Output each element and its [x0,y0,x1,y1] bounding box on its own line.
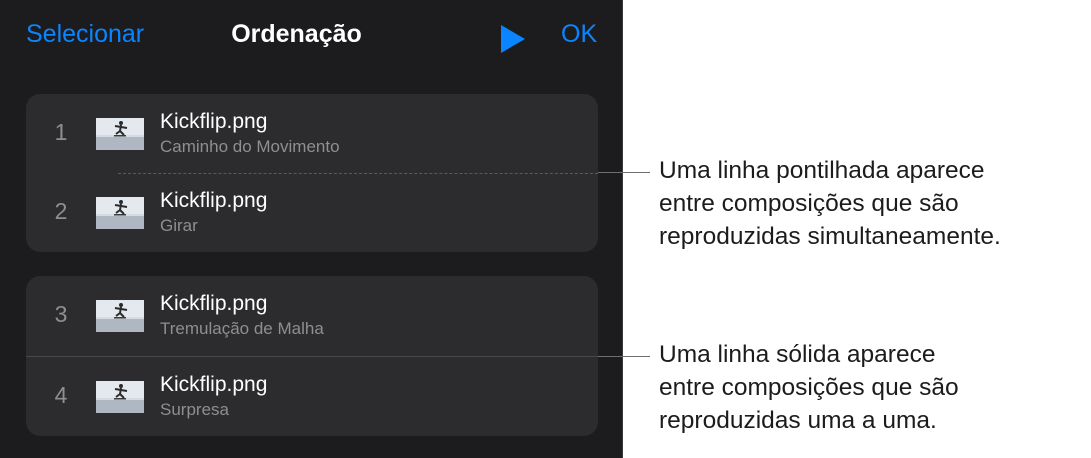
build-row[interactable]: 3 Kickflip.png Tremulação de Malha [26,276,598,356]
build-object-name: Kickflip.png [160,110,268,133]
callout-line: Uma linha sólida aparece [659,341,936,368]
navigation-bar: Selecionar Ordenação OK [0,0,622,76]
skateboarder-thumbnail-image [96,118,144,150]
image-thumbnail [96,300,144,332]
build-group-simultaneous: 1 Kickflip.png Caminho do Movimento 2 Ki… [26,94,598,252]
build-row[interactable]: 1 Kickflip.png Caminho do Movimento [26,94,598,174]
image-thumbnail [96,118,144,150]
build-order-panel: Selecionar Ordenação OK 1 Kickflip.png C… [0,0,623,458]
dotted-line-callout: Uma linha pontilhada aparece entre compo… [659,154,1001,253]
image-thumbnail [96,197,144,229]
build-object-name: Kickflip.png [160,292,268,315]
solid-line-callout: Uma linha sólida aparece entre composiçõ… [659,338,959,437]
select-button[interactable]: Selecionar [26,20,144,49]
callout-line: Uma linha pontilhada aparece [659,157,985,184]
callout-line: reproduzidas uma a uma. [659,407,937,434]
skateboarder-thumbnail-image [96,197,144,229]
build-effect-name: Caminho do Movimento [160,137,340,156]
callout-line: reproduzidas simultaneamente. [659,223,1001,250]
play-button[interactable] [500,24,526,54]
page-title: Ordenação [231,20,362,48]
build-group-sequential: 3 Kickflip.png Tremulação de Malha 4 Kic… [26,276,598,436]
build-row[interactable]: 2 Kickflip.png Girar [26,173,598,252]
build-effect-name: Surpresa [160,400,229,419]
build-row[interactable]: 4 Kickflip.png Surpresa [26,357,598,436]
build-order-number: 3 [54,301,68,327]
solid-callout-leader-line [598,356,650,357]
callout-line: entre composições que são [659,374,959,401]
build-order-number: 1 [54,119,68,145]
skateboarder-thumbnail-image [96,300,144,332]
build-effect-name: Girar [160,216,198,235]
ok-button[interactable]: OK [561,20,597,49]
callout-line: entre composições que são [659,190,959,217]
build-effect-name: Tremulação de Malha [160,319,324,338]
play-icon [501,25,525,53]
build-object-name: Kickflip.png [160,373,268,396]
image-thumbnail [96,381,144,413]
build-order-number: 2 [54,198,68,224]
build-object-name: Kickflip.png [160,189,268,212]
dotted-callout-leader-line [598,172,650,173]
build-order-number: 4 [54,382,68,408]
skateboarder-thumbnail-image [96,381,144,413]
